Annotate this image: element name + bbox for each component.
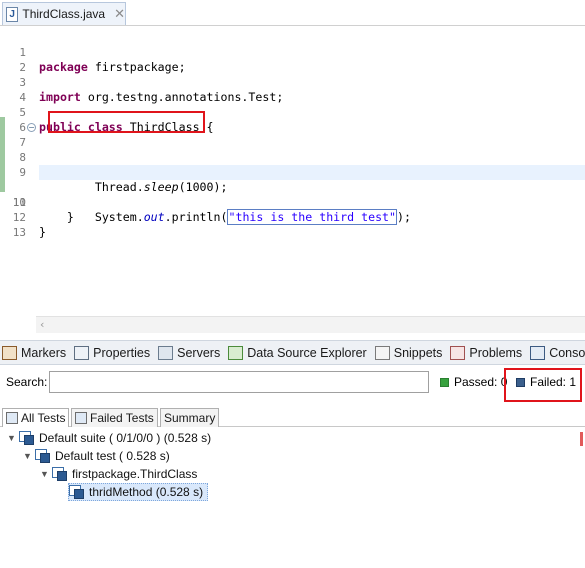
console-icon bbox=[530, 345, 546, 360]
snippets-icon bbox=[374, 345, 390, 360]
testng-toolbar: Search: Passed: 0 Failed: 1 bbox=[0, 365, 585, 399]
tab-failed-tests[interactable]: Failed Tests bbox=[71, 408, 158, 427]
code-line: 12 } bbox=[12, 211, 46, 239]
code-line: 13 bbox=[12, 226, 26, 239]
passed-counter: Passed: 0 bbox=[440, 375, 507, 389]
tree-node-suite[interactable]: ▼ Default suite ( 0/1/0/0 ) (0.528 s) bbox=[6, 429, 211, 447]
chevron-down-icon[interactable]: ▼ bbox=[6, 433, 17, 443]
tab-console[interactable]: Console bbox=[530, 345, 585, 360]
tree-node-class[interactable]: ▼ firstpackage.ThirdClass bbox=[39, 465, 197, 483]
chevron-down-icon[interactable]: ▼ bbox=[39, 469, 50, 479]
tab-problems[interactable]: Problems bbox=[450, 345, 522, 360]
editor-tab-thirdclass[interactable]: J ThirdClass.java ✕ bbox=[2, 2, 126, 25]
failed-tests-icon bbox=[75, 412, 87, 424]
tab-data-source-explorer[interactable]: Data Source Explorer bbox=[228, 345, 367, 360]
code-line: 5 public class ThirdClass { bbox=[19, 106, 214, 134]
views-tab-strip: Markers Properties Servers Data Source E… bbox=[0, 340, 585, 365]
java-file-icon: J bbox=[6, 6, 19, 22]
tab-snippets[interactable]: Snippets bbox=[374, 345, 442, 360]
horizontal-scrollbar[interactable]: ‹ bbox=[36, 316, 585, 333]
problems-icon bbox=[450, 345, 466, 360]
tree-node-method[interactable]: thridMethod (0.528 s) bbox=[68, 483, 209, 501]
tab-all-tests[interactable]: All Tests bbox=[2, 408, 70, 427]
code-line: 1 package firstpackage; bbox=[19, 46, 186, 74]
markers-icon bbox=[2, 345, 17, 360]
tree-node-test[interactable]: ▼ Default test ( 0.528 s) bbox=[22, 447, 170, 465]
editor-tab-label: ThirdClass.java bbox=[22, 7, 106, 21]
search-input[interactable] bbox=[49, 371, 429, 393]
annotation-highlight-box bbox=[48, 111, 205, 133]
method-icon bbox=[69, 484, 85, 500]
servers-icon bbox=[158, 345, 174, 360]
passed-icon bbox=[440, 377, 449, 387]
tab-markers[interactable]: Markers bbox=[2, 345, 66, 360]
code-line-current: 10 System.out.println("this is the third… bbox=[0, 165, 585, 225]
code-line: 8 public void thridMethod() throws Excep… bbox=[19, 151, 374, 179]
class-icon bbox=[52, 466, 68, 482]
chevron-down-icon[interactable]: ▼ bbox=[22, 451, 33, 461]
data-source-icon bbox=[228, 345, 244, 360]
all-tests-icon bbox=[6, 412, 18, 424]
code-line: 2 bbox=[19, 61, 26, 74]
properties-icon bbox=[74, 345, 90, 360]
failure-marker bbox=[580, 432, 583, 446]
code-line: 4 bbox=[19, 91, 26, 104]
test-tree: ▼ Default suite ( 0/1/0/0 ) (0.528 s) ▼ … bbox=[0, 428, 585, 568]
tab-summary[interactable]: Summary bbox=[160, 408, 220, 427]
code-editor[interactable]: 1 package firstpackage; 2 3 import org.t… bbox=[0, 26, 585, 333]
tab-servers[interactable]: Servers bbox=[158, 345, 220, 360]
scroll-left-icon[interactable]: ‹ bbox=[40, 318, 44, 331]
current-line-highlight bbox=[39, 165, 585, 180]
result-tabs: All Tests Failed Tests Summary bbox=[0, 406, 585, 427]
test-icon bbox=[35, 448, 51, 464]
code-line: 3 import org.testng.annotations.Test; bbox=[19, 76, 284, 104]
code-line: 9 Thread.sleep(1000); bbox=[19, 166, 228, 194]
failed-highlight-box bbox=[504, 368, 582, 402]
editor-tab-bar: J ThirdClass.java ✕ bbox=[0, 0, 585, 26]
close-icon[interactable]: ✕ bbox=[114, 7, 125, 22]
fold-toggle-icon[interactable]: − bbox=[27, 123, 36, 132]
search-label: Search: bbox=[6, 375, 48, 389]
code-line: 11 } bbox=[12, 196, 74, 224]
tab-properties[interactable]: Properties bbox=[74, 345, 150, 360]
suite-icon bbox=[19, 430, 35, 446]
